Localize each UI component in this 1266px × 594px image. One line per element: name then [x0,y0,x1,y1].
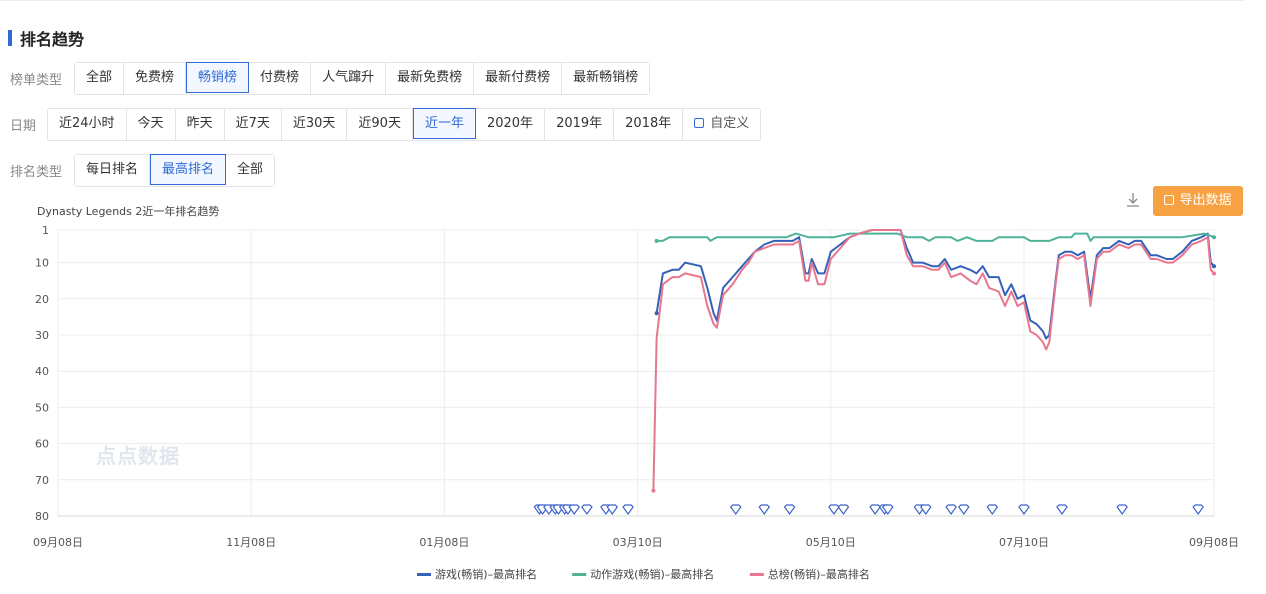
option-date-5[interactable]: 近90天 [347,109,413,140]
rank-type-selector: 每日排名 最高排名 全部 [74,154,276,187]
x-tick-label: 09月08日 [1189,536,1239,549]
rank-trend-chart: 1 10 20 30 40 50 60 70 80 09月08日 11月08日 01月08日 03月10… [33,224,1239,581]
export-label: 导出数据 [1179,193,1232,208]
series-end-point [1212,271,1216,276]
event-marker-icon [1116,504,1128,516]
event-marker-icon [945,504,957,516]
event-marker-icon [606,504,619,516]
y-tick-label: 80 [35,510,49,523]
option-date-8[interactable]: 2019年 [545,109,615,140]
legend-label: 总榜(畅销)–最高排名 [768,567,870,581]
event-marker-icon [622,504,634,516]
download-icon[interactable] [1124,191,1142,209]
event-marker-icon [581,504,593,516]
filter-label-list-type: 榜单类型 [10,73,63,88]
export-data-button[interactable]: 导出数据 [1153,186,1243,216]
event-marker-icon [837,504,850,516]
event-marker-icon [729,504,742,516]
series-start-point [654,311,659,316]
option-date-3[interactable]: 近7天 [224,109,282,140]
option-list-type-6[interactable]: 最新付费榜 [474,63,563,94]
event-marker-icon [986,504,999,516]
event-marker-icon [1192,504,1204,516]
filter-label-rank-type: 排名类型 [10,165,63,180]
series-line-1 [656,232,1215,242]
y-tick-label: 70 [35,474,49,487]
series-line-2 [652,229,1215,491]
legend-label: 游戏(畅销)–最高排名 [435,567,537,581]
x-tick-label: 01月08日 [419,536,469,549]
x-tick-label: 05月10日 [806,536,856,549]
y-tick-label: 20 [35,293,49,306]
option-rank-type-1[interactable]: 最高排名 [150,154,227,185]
y-tick-label: 10 [35,257,49,270]
x-tick-label: 11月08日 [226,536,276,549]
option-list-type-1[interactable]: 免费榜 [124,63,187,94]
event-marker-icon [869,504,881,516]
series-start-point [651,488,656,493]
option-list-type-3[interactable]: 付费榜 [249,63,312,94]
filter-label-date: 日期 [10,119,37,134]
event-marker-icon [758,504,771,516]
x-tick-label: 09月08日 [33,536,83,549]
filter-row-rank-type: 排名类型 每日排名 最高排名 全部 [10,154,276,187]
y-tick-label: 40 [35,365,49,378]
calendar-icon [694,118,705,128]
legend-swatch [572,573,587,576]
event-marker-icon [783,504,796,516]
option-list-type-5[interactable]: 最新免费榜 [386,63,475,94]
custom-date-label: 自定义 [710,116,750,131]
event-marker-icon [568,504,581,516]
option-list-type-4[interactable]: 人气蹿升 [311,63,387,94]
event-marker-icon [1056,504,1068,516]
list-type-selector: 全部 免费榜 畅销榜 付费榜 人气蹿升 最新免费榜 最新付费榜 最新畅销榜 [74,62,651,95]
date-selector: 近24小时 今天 昨天 近7天 近30天 近90天 近一年 2020年 2019年 2018年 自定… [47,108,762,141]
option-date-4[interactable]: 近30天 [281,109,348,140]
filter-row-list-type: 榜单类型 全部 免费榜 畅销榜 付费榜 人气蹿升 最新免费榜 最新付费榜 最新畅销榜 [10,62,651,95]
option-date-0[interactable]: 近24小时 [48,109,127,140]
event-marker-icon [1018,504,1030,516]
legend-swatch [417,573,431,576]
section-header: 排名趋势 [8,26,84,50]
x-tick-label: 07月10日 [999,536,1049,549]
option-date-2[interactable]: 昨天 [175,109,225,140]
option-date-6[interactable]: 近一年 [412,108,476,139]
option-list-type-0[interactable]: 全部 [75,63,125,94]
watermark: 点点数据 [96,444,180,468]
option-rank-type-0[interactable]: 每日排名 [75,155,151,186]
y-tick-label: 50 [35,401,49,414]
event-marker-icon [958,504,970,516]
custom-date-button[interactable]: 自定义 [683,109,761,140]
legend-swatch [749,573,764,576]
filter-row-date: 日期 近24小时 今天 昨天 近7天 近30天 近90天 近一年 2020年 2019年 2018… [10,108,762,141]
y-tick-label: 1 [42,224,49,237]
legend-label: 动作游戏(畅销)–最高排名 [590,567,714,581]
external-link-icon [1164,195,1175,205]
series-end-point [1212,235,1216,240]
x-tick-label: 03月10日 [613,536,663,549]
y-tick-label: 30 [35,329,49,342]
option-list-type-7[interactable]: 最新畅销榜 [562,63,650,94]
option-list-type-2[interactable]: 畅销榜 [186,62,250,93]
event-marker-icon [920,504,932,516]
option-rank-type-2[interactable]: 全部 [226,155,275,186]
option-date-9[interactable]: 2018年 [614,109,684,140]
series-start-point [654,238,659,243]
section-title: 排名趋势 [20,30,85,49]
option-date-1[interactable]: 今天 [126,109,176,140]
option-date-7[interactable]: 2020年 [475,109,546,140]
title-accent-bar [8,30,12,46]
top-divider [0,0,1245,1]
series-end-point [1212,264,1216,269]
y-tick-label: 60 [35,438,49,451]
